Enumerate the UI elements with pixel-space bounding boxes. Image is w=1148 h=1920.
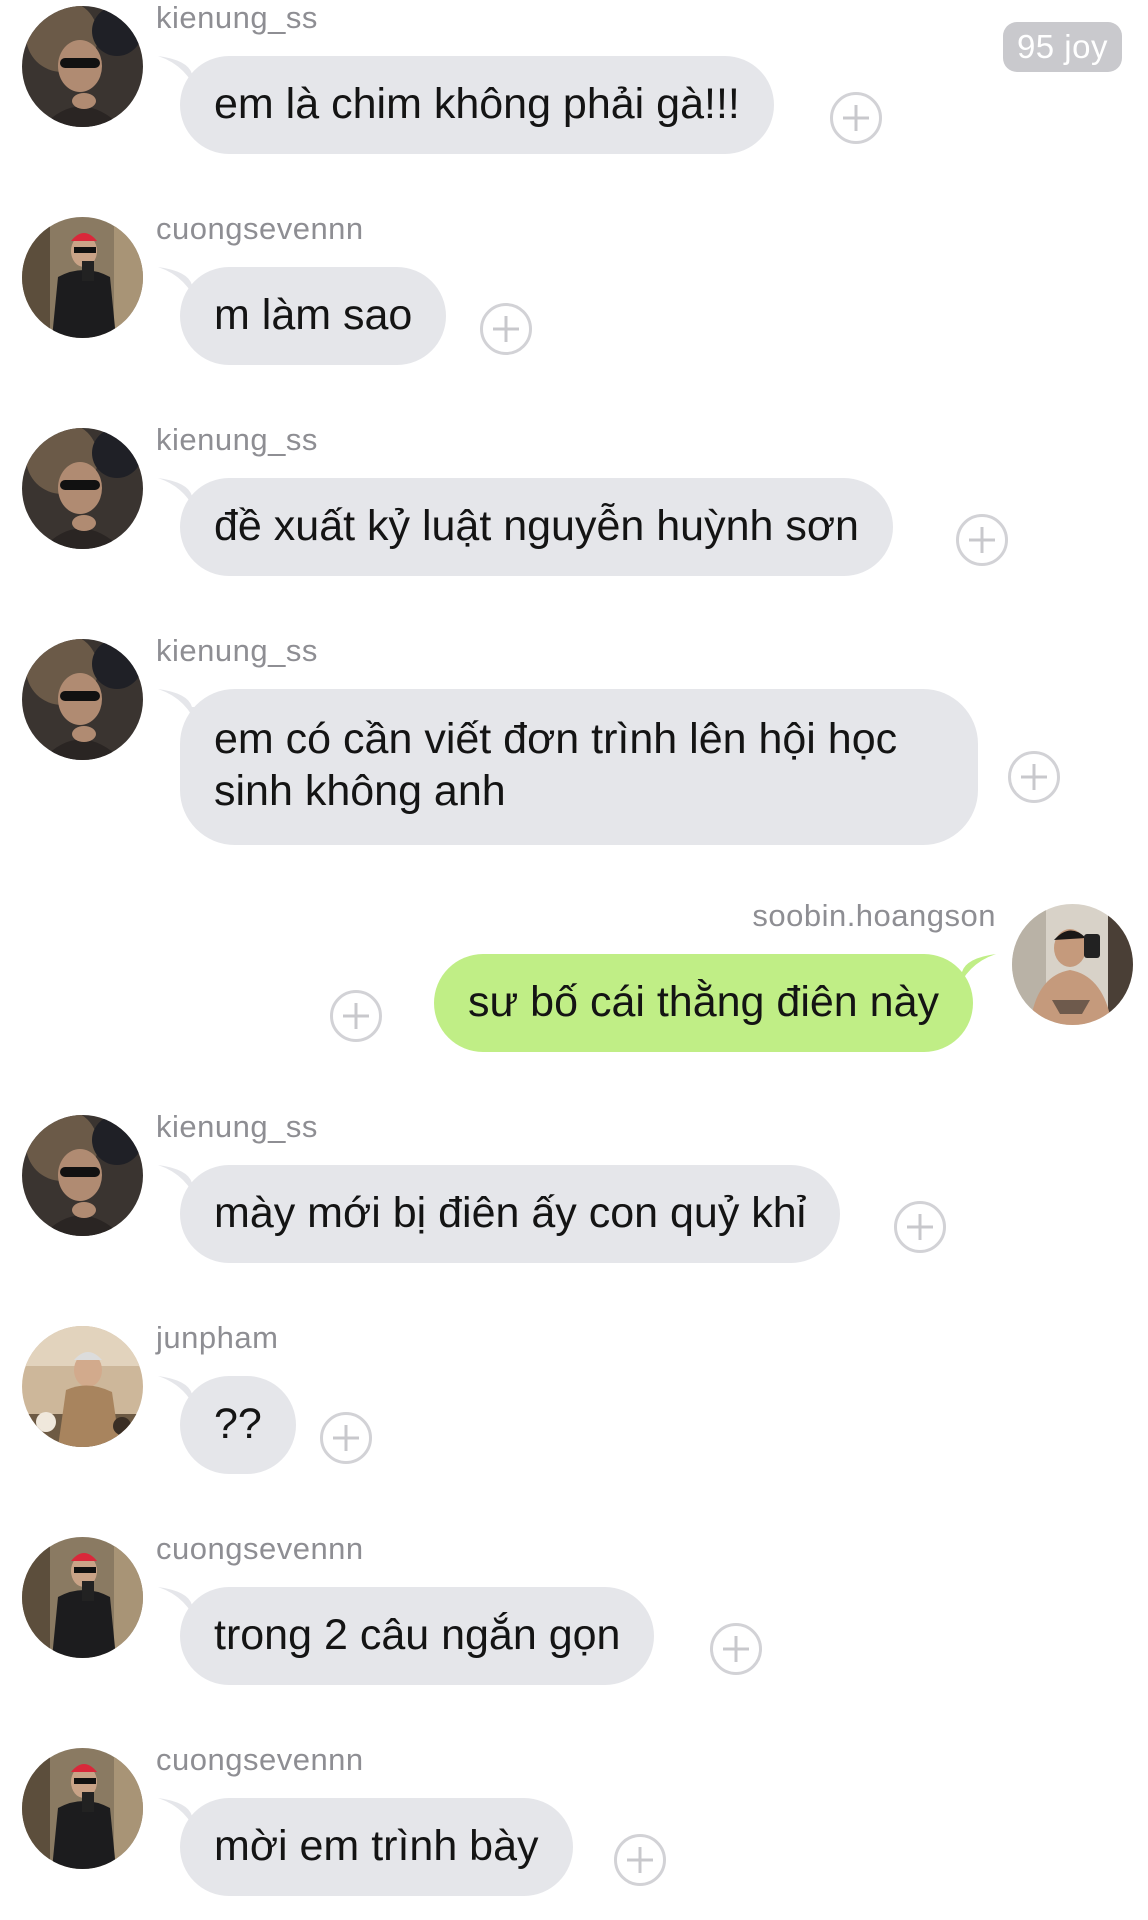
add-reaction-icon[interactable] <box>830 92 882 144</box>
joy-counter-badge[interactable]: 95 joy <box>1002 22 1122 72</box>
add-reaction-icon[interactable] <box>614 1834 666 1886</box>
message-bubble[interactable]: ?? <box>180 1376 296 1474</box>
sender-name: junpham <box>156 1320 279 1355</box>
sender-name: cuongsevennn <box>156 1742 364 1777</box>
add-reaction-icon[interactable] <box>330 990 382 1042</box>
sender-name: kienung_ss <box>156 1109 318 1144</box>
message-bubble[interactable]: m làm sao <box>180 267 447 365</box>
sender-name: kienung_ss <box>156 633 318 668</box>
message-bubble[interactable]: sư bố cái thằng điên này <box>433 954 973 1052</box>
avatar-kienung-ss[interactable] <box>22 1115 143 1236</box>
add-reaction-icon[interactable] <box>1008 751 1060 803</box>
avatar-kienung-ss[interactable] <box>22 428 143 549</box>
add-reaction-icon[interactable] <box>320 1412 372 1464</box>
avatar-cuongsevennn[interactable] <box>22 1537 143 1658</box>
message-bubble[interactable]: đề xuất kỷ luật nguyễn huỳnh sơn <box>180 478 893 576</box>
chat-thread: 95 joy kienung_ss em là chim không phải … <box>0 0 1148 1920</box>
sender-name: kienung_ss <box>156 0 318 35</box>
sender-name: soobin.hoangson <box>752 898 996 933</box>
sender-name: cuongsevennn <box>156 211 364 246</box>
add-reaction-icon[interactable] <box>710 1623 762 1675</box>
avatar-junpham[interactable] <box>22 1326 143 1447</box>
message-bubble[interactable]: em là chim không phải gà!!! <box>180 56 774 154</box>
add-reaction-icon[interactable] <box>894 1201 946 1253</box>
message-bubble[interactable]: em có cần viết đơn trình lên hội học sin… <box>180 689 978 845</box>
add-reaction-icon[interactable] <box>956 514 1008 566</box>
message-bubble[interactable]: trong 2 câu ngắn gọn <box>180 1587 655 1685</box>
avatar-soobin-hoangson[interactable] <box>1012 904 1133 1025</box>
avatar-cuongsevennn[interactable] <box>22 1748 143 1869</box>
sender-name: cuongsevennn <box>156 1531 364 1566</box>
avatar-kienung-ss[interactable] <box>22 6 143 127</box>
message-bubble[interactable]: mày mới bị điên ấy con quỷ khỉ <box>180 1165 841 1263</box>
avatar-cuongsevennn[interactable] <box>22 217 143 338</box>
message-bubble[interactable]: mời em trình bày <box>180 1798 573 1896</box>
sender-name: kienung_ss <box>156 422 318 457</box>
avatar-kienung-ss[interactable] <box>22 639 143 760</box>
add-reaction-icon[interactable] <box>480 303 532 355</box>
